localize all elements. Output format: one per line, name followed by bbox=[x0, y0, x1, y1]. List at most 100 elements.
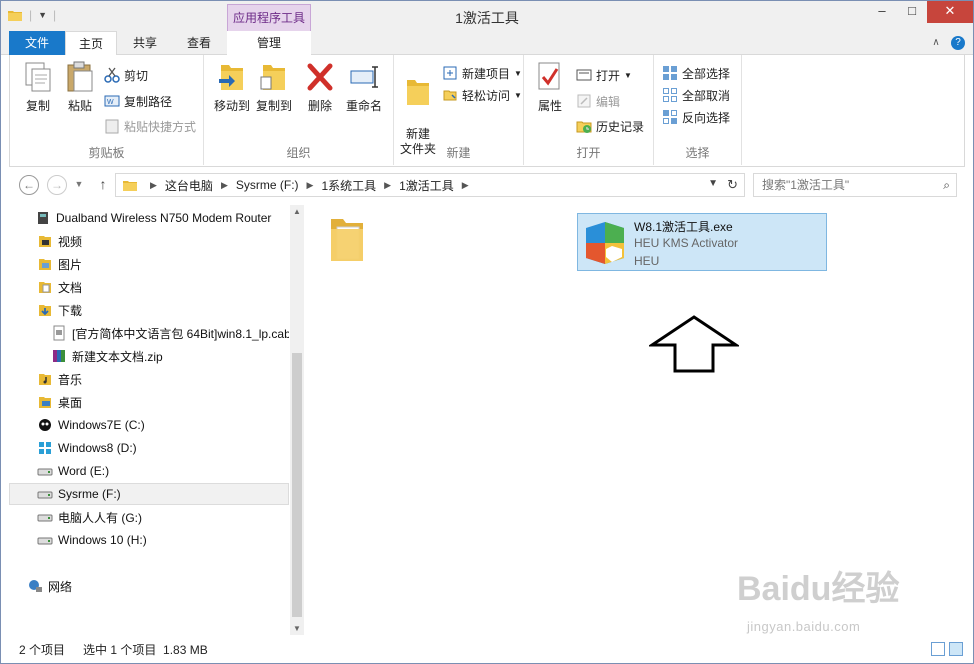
history-button[interactable]: 历史记录 bbox=[576, 116, 644, 136]
help-icon[interactable]: ? bbox=[951, 36, 965, 50]
minimize-button[interactable]: – bbox=[867, 1, 897, 23]
open-group-label: 打开 bbox=[576, 146, 601, 160]
videos-folder-icon bbox=[39, 236, 51, 247]
file-company: HEU bbox=[634, 254, 660, 268]
search-input[interactable]: 搜索"1激活工具" ⌕ bbox=[753, 173, 957, 197]
move-to-folder-icon bbox=[219, 65, 243, 90]
breadcrumb-separator[interactable]: ▶ bbox=[384, 180, 391, 191]
paste-button[interactable]: 粘贴 bbox=[58, 61, 102, 114]
address-dropdown-icon[interactable]: ▼ bbox=[708, 178, 718, 189]
zip-file-icon bbox=[53, 350, 65, 362]
chevron-up-icon[interactable]: ∧ bbox=[929, 36, 943, 50]
nav-item-network[interactable]: 网络 bbox=[27, 575, 289, 597]
nav-item-drive-d[interactable]: Windows8 (D:) bbox=[37, 437, 289, 459]
nav-item-videos[interactable]: 视频 bbox=[37, 230, 289, 252]
select-all-button[interactable]: 全部选择 bbox=[662, 63, 730, 83]
selection-info: 选中 1 个项目 1.83 MB bbox=[83, 642, 208, 657]
address-bar[interactable]: ▶ 这台电脑 ▶ Sysrme (F:) ▶ 1系统工具 ▶ 1激活工具 ▶ ▼ ↻ bbox=[115, 173, 745, 197]
breadcrumb-activation-tools[interactable]: 1激活工具 bbox=[399, 177, 454, 194]
invert-selection-button[interactable]: 反向选择 bbox=[662, 107, 730, 127]
new-group-label: 新建 bbox=[446, 146, 471, 160]
easy-access-button[interactable]: 轻松访问 ▼ bbox=[442, 85, 522, 105]
item-count: 2 个项目 bbox=[19, 642, 66, 657]
nav-item-drive-e[interactable]: Word (E:) bbox=[37, 460, 289, 482]
drive-icon bbox=[37, 491, 53, 499]
folder-item-icon[interactable] bbox=[327, 213, 367, 265]
status-bar: 2 个项目 选中 1 个项目 1.83 MB bbox=[1, 635, 973, 663]
qat-dropdown-icon[interactable]: ▼ bbox=[38, 10, 47, 20]
drive-icon bbox=[37, 468, 53, 476]
refresh-icon[interactable]: ↻ bbox=[727, 177, 738, 193]
drive-icon bbox=[37, 537, 53, 545]
recent-locations-icon[interactable]: ▼ bbox=[73, 175, 85, 195]
copy-icon bbox=[25, 62, 51, 92]
details-view-icon[interactable] bbox=[931, 642, 945, 656]
open-group: 属性 打开 ▼ 编辑 历史记录 打开 bbox=[524, 55, 654, 165]
nav-item-zip[interactable]: 新建文本文档.zip bbox=[51, 345, 289, 367]
nav-pane-scrollbar[interactable]: ▲ ▼ bbox=[290, 205, 304, 635]
nav-item-desktop[interactable]: 桌面 bbox=[37, 391, 289, 413]
search-icon[interactable]: ⌕ bbox=[943, 174, 950, 196]
search-placeholder: 搜索"1激活工具" bbox=[762, 178, 850, 192]
open-button[interactable]: 打开 ▼ bbox=[576, 65, 632, 85]
nav-item-documents[interactable]: 文档 bbox=[37, 276, 289, 298]
tab-file[interactable]: 文件 bbox=[9, 31, 65, 55]
move-to-button[interactable]: 移动到 bbox=[208, 61, 256, 114]
nav-item-drive-g[interactable]: 电脑人人有 (G:) bbox=[37, 506, 289, 528]
paste-shortcut-button[interactable]: 粘贴快捷方式 bbox=[104, 116, 196, 136]
nav-item-drive-c[interactable]: Windows7E (C:) bbox=[37, 414, 289, 436]
breadcrumb-separator[interactable]: ▶ bbox=[462, 180, 469, 191]
downloads-folder-icon bbox=[39, 305, 51, 316]
nav-item-music[interactable]: 音乐 bbox=[37, 368, 289, 390]
tab-share[interactable]: 共享 bbox=[119, 31, 171, 55]
nav-item-pictures[interactable]: 图片 bbox=[37, 253, 289, 275]
new-item-button[interactable]: 新建项目 ▼ bbox=[442, 63, 522, 83]
properties-icon bbox=[538, 62, 560, 90]
navigation-pane: Dualband Wireless N750 Modem Router 视频 图… bbox=[9, 205, 289, 635]
forward-button[interactable]: → bbox=[47, 175, 67, 195]
folder-icon[interactable] bbox=[7, 7, 23, 23]
nav-item-lp-cab[interactable]: [官方简体中文语言包 64Bit]win8.1_lp.cab bbox=[51, 322, 289, 344]
maximize-button[interactable]: □ bbox=[897, 1, 927, 23]
large-icons-view-icon[interactable] bbox=[949, 642, 963, 656]
rename-icon bbox=[350, 66, 378, 88]
close-button[interactable]: ✕ bbox=[927, 1, 973, 23]
up-arrow-annotation-icon bbox=[649, 315, 739, 373]
edit-button[interactable]: 编辑 bbox=[576, 91, 620, 111]
title-bar: | ▼ | 应用程序工具 1激活工具 – □ ✕ bbox=[1, 1, 973, 31]
up-button[interactable]: ↑ bbox=[93, 175, 113, 195]
back-button[interactable]: ← bbox=[19, 175, 39, 195]
breadcrumb-this-pc[interactable]: 这台电脑 bbox=[165, 177, 213, 194]
folder-icon bbox=[123, 181, 137, 191]
cut-button[interactable]: 剪切 bbox=[104, 65, 148, 85]
copy-to-button[interactable]: 复制到 bbox=[250, 61, 298, 114]
nav-item-drive-h[interactable]: Windows 10 (H:) bbox=[37, 529, 289, 551]
scroll-down-icon[interactable]: ▼ bbox=[290, 624, 304, 633]
selected-file-tile[interactable]: W8.1激活工具.exe HEU KMS Activator HEU bbox=[577, 213, 827, 271]
properties-button[interactable]: 属性 bbox=[530, 61, 570, 114]
context-tab-app-tools: 应用程序工具 bbox=[227, 4, 311, 31]
breadcrumb-separator[interactable]: ▶ bbox=[307, 180, 314, 191]
tab-view[interactable]: 查看 bbox=[173, 31, 225, 55]
breadcrumb-system-tools[interactable]: 1系统工具 bbox=[321, 177, 376, 194]
copy-button[interactable]: 复制 bbox=[16, 61, 60, 114]
scroll-thumb[interactable] bbox=[292, 353, 302, 617]
nav-item-downloads[interactable]: 下载 bbox=[37, 299, 289, 321]
organize-group: 移动到 复制到 删除 重命名 组织 bbox=[204, 55, 394, 165]
tab-manage[interactable]: 管理 bbox=[227, 31, 311, 55]
navigation-bar: ← → ▼ ↑ ▶ 这台电脑 ▶ Sysrme (F:) ▶ 1系统工具 ▶ 1激活工具… bbox=[9, 169, 965, 201]
nav-item-router[interactable]: Dualband Wireless N750 Modem Router bbox=[35, 207, 289, 229]
breadcrumb-separator[interactable]: ▶ bbox=[221, 180, 228, 191]
select-none-button[interactable]: 全部取消 bbox=[662, 85, 730, 105]
new-folder-button[interactable]: 新建 文件夹 bbox=[396, 61, 440, 157]
delete-button[interactable]: 删除 bbox=[298, 61, 342, 114]
scroll-up-icon[interactable]: ▲ bbox=[290, 207, 304, 216]
copy-path-button[interactable]: W 复制路径 bbox=[104, 91, 172, 111]
breadcrumb-separator[interactable]: ▶ bbox=[150, 180, 157, 191]
rename-button[interactable]: 重命名 bbox=[340, 61, 388, 114]
breadcrumb-drive-f[interactable]: Sysrme (F:) bbox=[236, 178, 299, 192]
nav-item-drive-f[interactable]: Sysrme (F:) bbox=[9, 483, 289, 505]
qat-separator: | bbox=[29, 8, 33, 22]
music-folder-icon bbox=[39, 374, 51, 385]
tab-home[interactable]: 主页 bbox=[65, 31, 117, 56]
